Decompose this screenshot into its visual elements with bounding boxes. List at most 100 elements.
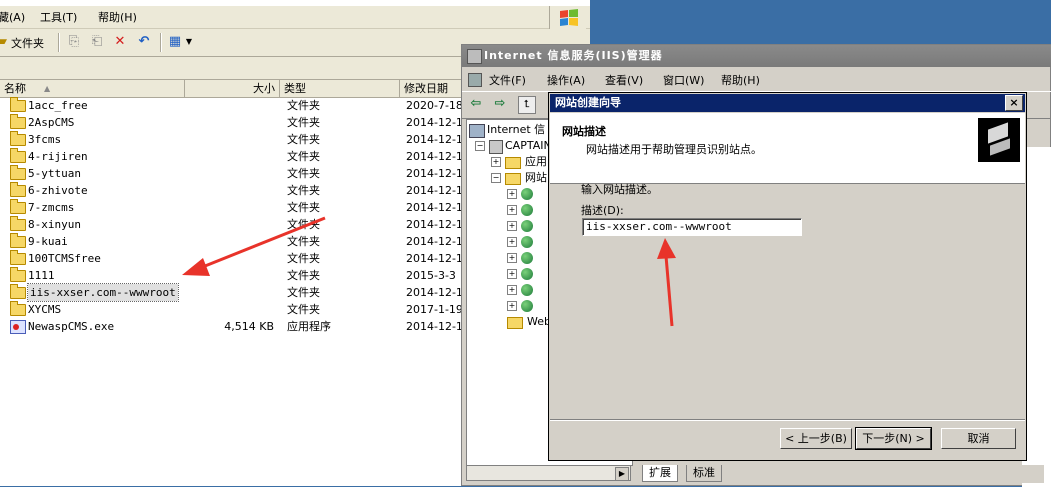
- folder-icon: [10, 182, 26, 197]
- wizard-title: 网站创建向导: [555, 96, 621, 109]
- folder-icon: [10, 97, 26, 112]
- column-size[interactable]: 大小: [185, 80, 280, 97]
- file-modified: 2015-3-3: [406, 269, 456, 282]
- file-type: 应用程序: [287, 320, 331, 333]
- expand-icon[interactable]: +: [491, 157, 501, 167]
- undo-icon[interactable]: ↶: [136, 34, 152, 50]
- doc-icon: [468, 73, 482, 87]
- folders-button[interactable]: 文件夹: [11, 35, 44, 51]
- iis-title: Internet 信息服务(IIS)管理器: [484, 49, 663, 62]
- collapse-icon[interactable]: −: [491, 173, 501, 183]
- expand-icon[interactable]: +: [507, 221, 517, 231]
- file-modified: 2014-12-1: [406, 184, 462, 197]
- file-type: 文件夹: [287, 235, 320, 248]
- sort-ascending-icon: ▲: [44, 84, 51, 93]
- back-button[interactable]: < 上一步(B): [780, 428, 852, 449]
- collapse-icon[interactable]: −: [475, 141, 485, 151]
- file-type: 文件夹: [287, 167, 320, 180]
- file-modified: 2014-12-1: [406, 286, 462, 299]
- file-modified: 2020-7-18: [406, 99, 462, 112]
- iis-menu-window[interactable]: 窗口(W): [663, 72, 704, 88]
- forward-arrow-icon[interactable]: ⇨: [492, 96, 508, 112]
- tab-extended[interactable]: 扩展: [642, 465, 678, 482]
- wizard-book-icon: [978, 118, 1020, 162]
- expand-icon[interactable]: +: [507, 285, 517, 295]
- website-creation-wizard: 网站创建向导 × 网站描述 网站描述用于帮助管理员识别站点。 输入网站描述。 描…: [548, 92, 1027, 461]
- iis-menu-view[interactable]: 查看(V): [605, 72, 643, 88]
- iis-root-icon: [469, 124, 485, 138]
- expand-icon[interactable]: +: [507, 269, 517, 279]
- globe-icon: [521, 204, 533, 216]
- iis-menu-help[interactable]: 帮助(H): [721, 72, 760, 88]
- server-icon: [489, 140, 503, 154]
- globe-icon: [521, 188, 533, 200]
- up-level-icon[interactable]: ⮤: [518, 96, 536, 114]
- wizard-step-subtitle: 网站描述用于帮助管理员识别站点。: [586, 143, 762, 156]
- folder-icon: [507, 317, 523, 329]
- file-size: 4,514 KB: [224, 320, 274, 333]
- scroll-right-icon[interactable]: ▶: [615, 467, 629, 481]
- menu-tools[interactable]: 工具(T): [40, 9, 77, 25]
- close-button[interactable]: ×: [1005, 95, 1023, 111]
- folder-icon: [10, 199, 26, 214]
- file-modified: 2014-12-1: [406, 235, 462, 248]
- file-type: 文件夹: [287, 133, 320, 146]
- file-modified: 2014-12-1: [406, 116, 462, 129]
- folder-icon: [10, 114, 26, 129]
- next-button[interactable]: 下一步(N) >: [855, 427, 932, 450]
- wizard-step-title: 网站描述: [562, 125, 606, 138]
- expand-icon[interactable]: +: [507, 301, 517, 311]
- tab-standard[interactable]: 标准: [686, 465, 722, 482]
- wizard-header: 网站描述 网站描述用于帮助管理员识别站点。: [550, 113, 1025, 184]
- expand-icon[interactable]: +: [507, 253, 517, 263]
- iis-menu-action[interactable]: 操作(A): [547, 72, 585, 88]
- folder-icon: [10, 233, 26, 248]
- application-icon: [10, 320, 26, 334]
- chevron-down-icon[interactable]: ▼: [181, 34, 197, 50]
- column-type[interactable]: 类型: [280, 80, 400, 97]
- folder-icon: ▰: [0, 34, 7, 49]
- wizard-prompt: 输入网站描述。: [581, 183, 658, 196]
- file-modified: 2014-12-1: [406, 150, 462, 163]
- file-type: 文件夹: [287, 201, 320, 214]
- file-modified: 2014-12-1: [406, 218, 462, 231]
- move-to-icon[interactable]: ⎘: [66, 34, 82, 50]
- column-name[interactable]: 名称 ▲: [0, 80, 185, 97]
- iis-menubar: 文件(F) 操作(A) 查看(V) 窗口(W) 帮助(H): [462, 68, 1051, 90]
- globe-icon: [521, 284, 533, 296]
- description-input[interactable]: iis-xxser.com--wwwroot: [582, 218, 802, 236]
- globe-icon: [521, 236, 533, 248]
- file-type: 文件夹: [287, 99, 320, 112]
- menu-help[interactable]: 帮助(H): [98, 9, 137, 25]
- file-type: 文件夹: [287, 184, 320, 197]
- tree-horizontal-scrollbar[interactable]: ▶: [466, 465, 631, 481]
- description-label: 描述(D):: [581, 204, 624, 217]
- file-modified: 2014-12-1: [406, 320, 462, 333]
- cancel-button[interactable]: 取消: [941, 428, 1016, 449]
- expand-icon[interactable]: +: [507, 189, 517, 199]
- expand-icon[interactable]: +: [507, 205, 517, 215]
- file-modified: 2014-12-1: [406, 133, 462, 146]
- globe-icon: [521, 300, 533, 312]
- folder-icon: [10, 250, 26, 265]
- globe-icon: [521, 220, 533, 232]
- back-arrow-icon[interactable]: ⇦: [468, 96, 484, 112]
- delete-icon[interactable]: ✕: [112, 34, 128, 50]
- iis-menu-file[interactable]: 文件(F): [489, 72, 526, 88]
- file-type: 文件夹: [287, 286, 320, 299]
- file-type: 文件夹: [287, 252, 320, 265]
- file-type: 文件夹: [287, 303, 320, 316]
- wizard-separator: [550, 419, 1025, 421]
- file-type: 文件夹: [287, 150, 320, 163]
- iis-view-tabs: 扩展 标准: [634, 465, 1044, 483]
- file-type: 文件夹: [287, 269, 320, 282]
- wizard-title-bar: 网站创建向导 ×: [550, 94, 1025, 112]
- folder-icon: [10, 131, 26, 146]
- folder-icon: [10, 301, 26, 316]
- menu-view[interactable]: 藏(A): [0, 9, 25, 25]
- expand-icon[interactable]: +: [507, 237, 517, 247]
- file-modified: 2014-12-1: [406, 201, 462, 214]
- iis-app-icon: [467, 49, 482, 64]
- windows-logo-icon: [549, 6, 586, 30]
- copy-to-icon[interactable]: ⎗: [89, 34, 105, 50]
